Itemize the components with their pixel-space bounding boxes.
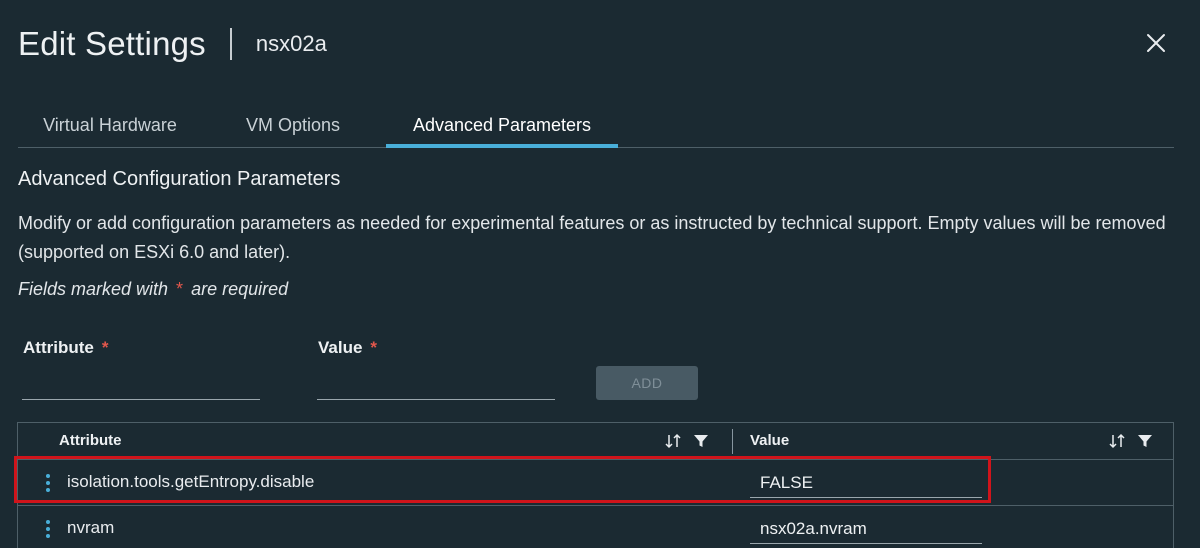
row-value-input[interactable]	[750, 514, 982, 544]
required-star: *	[176, 279, 184, 299]
required-note: Fields marked with * are required	[18, 279, 288, 300]
filter-icon[interactable]	[692, 432, 710, 450]
vm-name: nsx02a	[255, 31, 327, 56]
column-header-value[interactable]: Value	[750, 423, 789, 460]
column-divider[interactable]	[732, 429, 733, 454]
row-value-input[interactable]	[750, 468, 982, 498]
title-divider	[229, 28, 232, 60]
value-required-mark: *	[370, 338, 378, 357]
close-button[interactable]	[1143, 30, 1169, 56]
kebab-menu-icon[interactable]	[40, 472, 56, 494]
table-row: nvram	[18, 506, 1173, 548]
section-title: Advanced Configuration Parameters	[18, 168, 341, 190]
value-label: Value *	[318, 338, 377, 358]
attribute-label: Attribute *	[23, 338, 108, 358]
kebab-menu-icon[interactable]	[40, 518, 56, 540]
attribute-required-mark: *	[101, 338, 109, 357]
grid-header: Attribute Value	[18, 423, 1173, 460]
tab-vm-options[interactable]: VM Options	[226, 104, 360, 148]
sort-icon[interactable]	[1108, 432, 1126, 450]
tab-bar: Virtual Hardware VM Options Advanced Par…	[18, 104, 1174, 148]
close-icon[interactable]	[1143, 30, 1169, 56]
value-column-controls	[1108, 431, 1154, 451]
section-description: Modify or add configuration parameters a…	[18, 213, 1166, 262]
value-input[interactable]	[317, 370, 555, 400]
sort-icon[interactable]	[664, 432, 682, 450]
dialog-title: Edit Settings	[18, 25, 206, 62]
row-attribute: nvram	[67, 518, 115, 537]
attribute-label-text: Attribute	[23, 338, 94, 357]
tab-advanced-parameters[interactable]: Advanced Parameters	[386, 104, 618, 148]
parameters-grid: Attribute Value isolation.tools.getEntro…	[17, 422, 1174, 548]
attribute-input[interactable]	[22, 370, 260, 400]
table-row: isolation.tools.getEntropy.disable	[18, 460, 1173, 506]
dialog-header: Edit Settings nsx02a	[18, 22, 327, 66]
required-note-prefix: Fields marked with	[18, 279, 169, 299]
filter-icon[interactable]	[1136, 432, 1154, 450]
required-note-suffix: are required	[191, 279, 289, 299]
column-header-attribute[interactable]: Attribute	[59, 423, 122, 460]
row-attribute: isolation.tools.getEntropy.disable	[67, 472, 315, 491]
add-button[interactable]: ADD	[596, 366, 698, 400]
value-label-text: Value	[318, 338, 363, 357]
attribute-column-controls	[664, 431, 710, 451]
tab-virtual-hardware[interactable]: Virtual Hardware	[18, 104, 202, 148]
